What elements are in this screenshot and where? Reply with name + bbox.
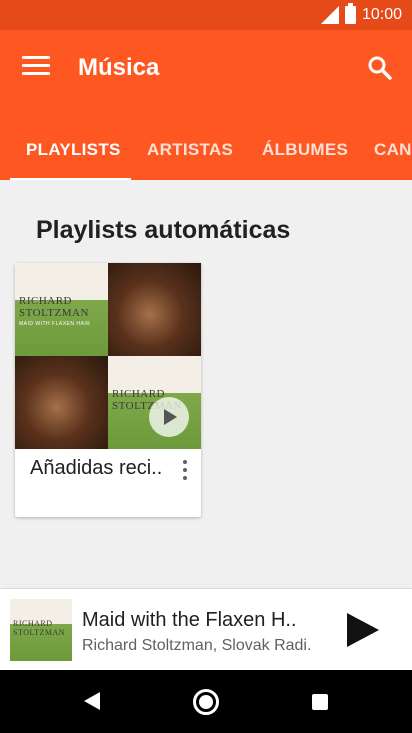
album-cover-photo (108, 263, 201, 356)
tab-artistas[interactable]: ARTISTAS (147, 128, 233, 180)
cover-subtext: MAID WITH FLAXEN HAIR (19, 321, 91, 327)
app-title: Música (78, 54, 160, 81)
play-icon[interactable] (149, 397, 189, 437)
now-playing-title: Maid with the Flaxen H.. (82, 609, 297, 631)
app-bar: Música PLAYLISTS ARTISTAS ÁLBUMES CANCIO… (0, 30, 412, 181)
playlist-art: RICHARD STOLTZMAN MAID WITH FLAXEN HAIR … (15, 263, 201, 449)
tab-bar: PLAYLISTS ARTISTAS ÁLBUMES CANCIONES (0, 128, 412, 180)
tab-albumes[interactable]: ÁLBUMES (262, 128, 348, 180)
play-icon[interactable] (345, 611, 381, 649)
tab-canciones[interactable]: CANCIONES (374, 128, 412, 180)
album-cover-photo (15, 356, 108, 449)
status-time: 10:00 (361, 6, 402, 23)
album-cover: RICHARD STOLTZMAN MAID WITH FLAXEN HAIR (15, 263, 108, 356)
playlist-card[interactable]: RICHARD STOLTZMAN MAID WITH FLAXEN HAIR … (15, 263, 201, 517)
home-icon[interactable] (193, 689, 219, 715)
signal-icon (320, 6, 339, 24)
recents-icon[interactable] (312, 694, 328, 710)
system-nav-bar (0, 670, 412, 733)
tab-playlists[interactable]: PLAYLISTS (26, 128, 121, 180)
status-bar: 10:00 (0, 0, 412, 30)
playlist-label: Añadidas reci.. (30, 457, 163, 479)
now-playing-artist: Richard Stoltzman, Slovak Radi.. (82, 637, 312, 654)
main-content: Playlists automáticas RICHARD STOLTZMAN … (0, 180, 412, 585)
battery-icon (344, 3, 356, 24)
section-title: Playlists automáticas (36, 216, 291, 244)
now-playing-art: RICHARD STOLTZMAN (10, 599, 72, 661)
now-playing-bar[interactable]: RICHARD STOLTZMAN Maid with the Flaxen H… (0, 588, 412, 670)
menu-icon[interactable] (22, 56, 50, 78)
search-icon[interactable] (366, 54, 394, 82)
cover-text: RICHARD STOLTZMAN (13, 619, 66, 637)
back-icon[interactable] (84, 692, 100, 710)
cover-text: RICHARD STOLTZMAN (19, 295, 89, 319)
more-vert-icon[interactable] (177, 458, 193, 482)
